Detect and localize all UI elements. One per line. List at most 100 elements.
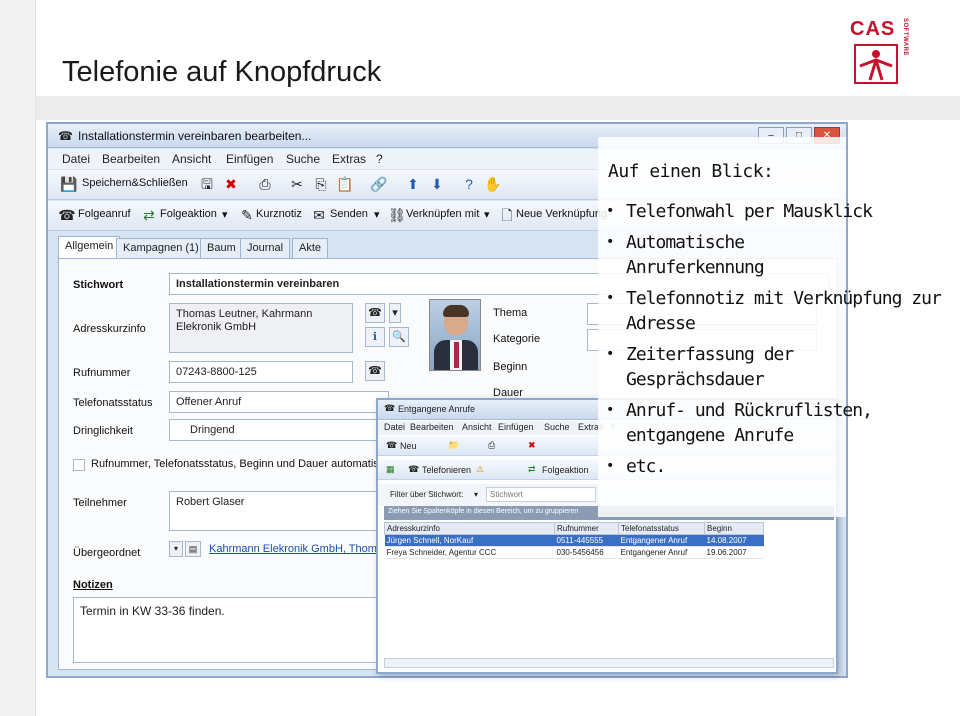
tab-akte[interactable]: Akte	[292, 238, 329, 258]
menu-suche[interactable]: Suche	[286, 152, 320, 166]
teilnehmer-label: Teilnehmer	[73, 497, 127, 509]
senden-dropdown[interactable]: ▾	[374, 208, 380, 221]
popup-title: Entgangene Anrufe	[398, 404, 476, 414]
popup-horizontal-scrollbar[interactable]	[384, 658, 834, 668]
feature-item: Telefonnotiz mit Verknüpfung zur Adresse	[606, 286, 946, 336]
delete-icon[interactable]: ✖	[222, 175, 240, 193]
popup-print-icon[interactable]: ⎙	[488, 440, 495, 451]
dial-phone-icon[interactable]: ☎	[365, 303, 385, 323]
notizen-label: Notizen	[73, 579, 113, 591]
folgeaktion-dropdown[interactable]: ▾	[222, 208, 228, 221]
menu-extras[interactable]: Extras	[332, 152, 366, 166]
popup-folgeaktion-button[interactable]: Folgeaktion	[542, 465, 589, 475]
call-number-icon[interactable]: ☎	[365, 361, 385, 381]
table-row[interactable]: Freya Schneider, Agentur CCC 030-5456456…	[384, 546, 764, 559]
uebergeordnet-link[interactable]: Kahrmann Elekronik GmbH, Thomas	[203, 539, 399, 561]
tab-kampagnen[interactable]: Kampagnen (1)	[116, 238, 206, 258]
table-header: Adresskurzinfo Rufnummer Telefonatsstatu…	[384, 522, 764, 535]
arrow-up-icon[interactable]: ⬆	[404, 175, 422, 193]
adresskurzinfo-line1: Thomas Leutner, Kahrmann	[176, 308, 313, 320]
adresskurzinfo-field: Thomas Leutner, Kahrmann Elekronik GmbH	[169, 303, 353, 353]
col-telefonatsstatus[interactable]: Telefonatsstatus	[618, 522, 705, 535]
popup-filter-input[interactable]	[486, 487, 596, 502]
popup-menu-suche[interactable]: Suche	[544, 422, 570, 432]
popup-warning-icon[interactable]: ⚠	[476, 464, 484, 475]
hand-icon[interactable]: ✋	[484, 175, 502, 193]
slide-title: Telefonie auf Knopfdruck	[62, 56, 382, 88]
notizen-field[interactable]: Termin in KW 33-36 finden.	[73, 597, 393, 663]
phone-call-icon: ☎	[58, 207, 76, 223]
kurznotiz-button[interactable]: Kurznotiz	[256, 208, 302, 220]
menu-datei[interactable]: Datei	[62, 152, 90, 166]
parent-dropdown-icon[interactable]: ▾	[169, 541, 183, 557]
popup-excel-icon[interactable]: ▦	[386, 464, 395, 475]
feature-item: Automatische Anruferkennung	[606, 230, 806, 280]
popup-folder-icon[interactable]: 📁	[448, 440, 459, 451]
dringlichkeit-field[interactable]: Dringend	[169, 419, 389, 441]
note-icon: ✎	[241, 207, 253, 223]
cut-icon[interactable]: ✂	[288, 175, 306, 193]
verknuepfen-dropdown[interactable]: ▾	[484, 208, 490, 221]
popup-menu-bearbeiten[interactable]: Bearbeiten	[410, 422, 454, 432]
save-close-button[interactable]: Speichern&Schließen	[82, 177, 188, 189]
popup-menu-einfuegen[interactable]: Einfügen	[498, 422, 534, 432]
popup-followup-icon: ⇄	[528, 464, 536, 474]
neue-verknuepfung-button[interactable]: Neue Verknüpfung	[516, 208, 607, 220]
col-rufnummer[interactable]: Rufnummer	[554, 522, 619, 535]
dringlichkeit-label: Dringlichkeit	[73, 425, 133, 437]
cell-beginn: 19.06.2007	[704, 546, 764, 559]
popup-call-icon: ☎	[408, 464, 420, 474]
popup-filter-dropdown[interactable]: ▾	[474, 490, 478, 499]
help-icon[interactable]: ?	[460, 175, 478, 193]
info-icon[interactable]: ℹ	[365, 327, 385, 347]
paste-icon[interactable]: 📋	[336, 175, 354, 193]
verknuepfen-button[interactable]: Verknüpfen mit	[406, 208, 479, 220]
col-beginn[interactable]: Beginn	[704, 522, 764, 535]
popup-delete-icon[interactable]: ✖	[528, 440, 536, 451]
tab-baum[interactable]: Baum	[200, 238, 243, 258]
tab-journal[interactable]: Journal	[240, 238, 291, 258]
feature-callout: Auf einen Blick: Telefonwahl per Mauskli…	[598, 137, 942, 517]
parent-type-icon: ▤	[185, 541, 201, 557]
telefonatsstatus-field[interactable]: Offener Anruf	[169, 391, 389, 413]
print-icon[interactable]: ⎙	[256, 175, 274, 193]
feature-item: Telefonwahl per Mausklick	[606, 199, 906, 224]
copy-icon[interactable]: ⎘	[312, 175, 330, 193]
popup-neu-button[interactable]: Neu	[400, 441, 417, 451]
rufnummer-field[interactable]: 07243-8800-125	[169, 361, 353, 383]
uebergeordnet-label: Übergeordnet	[73, 547, 141, 559]
popup-telefonieren-button[interactable]: Telefonieren	[422, 465, 471, 475]
folgeaktion-button[interactable]: Folgeaktion	[160, 208, 217, 220]
table-row[interactable]: Jürgen Schnell, NorKauf 0511-445555 Entg…	[384, 534, 764, 547]
popup-new-icon: ☎	[386, 440, 398, 450]
cell-rufnummer: 030-5456456	[554, 546, 619, 559]
send-icon: ✉	[313, 207, 325, 223]
arrow-down-icon[interactable]: ⬇	[428, 175, 446, 193]
senden-button[interactable]: Senden	[330, 208, 368, 220]
tab-allgemein[interactable]: Allgemein	[58, 236, 121, 258]
menu-bearbeiten[interactable]: Bearbeiten	[102, 152, 160, 166]
contact-photo	[429, 299, 481, 371]
stichwort-label: Stichwort	[73, 279, 124, 291]
logo-text: CAS	[850, 18, 896, 40]
col-adresskurzinfo[interactable]: Adresskurzinfo	[384, 522, 555, 535]
popup-menu-datei[interactable]: Datei	[384, 422, 405, 432]
followup-icon: ⇄	[143, 207, 155, 223]
popup-menu-ansicht[interactable]: Ansicht	[462, 422, 492, 432]
cell-telefonatsstatus: Entgangener Anruf	[618, 546, 705, 559]
cas-logo: CAS SOFTWARE	[850, 18, 914, 86]
search-address-icon[interactable]: 🔍	[389, 327, 409, 347]
save-icon[interactable]: 🖫	[198, 175, 216, 193]
link-icon[interactable]: 🔗	[370, 175, 388, 193]
feature-item: Zeiterfassung der Gesprächsdauer	[606, 342, 836, 392]
menu-einfuegen[interactable]: Einfügen	[226, 152, 273, 166]
feature-list: Telefonwahl per Mausklick Automatische A…	[606, 199, 946, 485]
link-with-icon: ⛓	[388, 207, 406, 223]
menu-help[interactable]: ?	[376, 152, 383, 166]
dial-dropdown-icon[interactable]: ▾	[389, 303, 401, 323]
auto-fill-checkbox[interactable]	[73, 459, 85, 471]
menu-ansicht[interactable]: Ansicht	[172, 152, 211, 166]
header-band	[36, 96, 960, 120]
teilnehmer-field[interactable]: Robert Glaser	[169, 491, 399, 531]
folgeanruf-button[interactable]: Folgeanruf	[78, 208, 131, 220]
